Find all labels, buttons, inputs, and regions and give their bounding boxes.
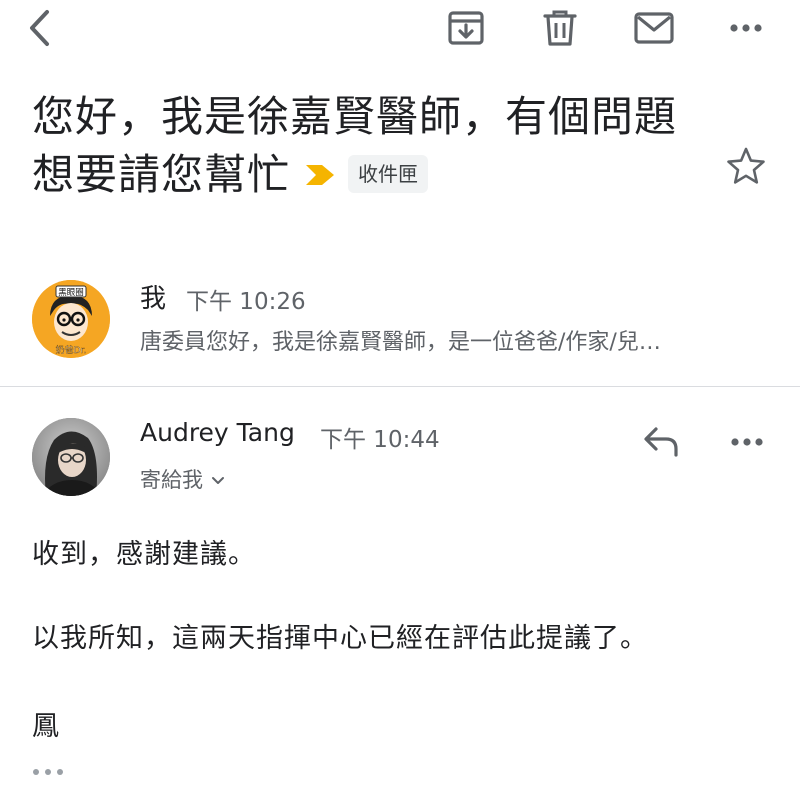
avatar-bottom-badge: 奶爸Dr. (56, 344, 87, 356)
inbox-label-chip[interactable]: 收件匣 (348, 154, 429, 193)
recipient-text: 寄給我 (140, 468, 203, 492)
sender-name: 我 (140, 284, 167, 314)
archive-button[interactable] (442, 6, 490, 50)
body-paragraph: 以我所知，這兩天指揮中心已經在評估此提議了。 (32, 623, 648, 654)
body-paragraph: 收到，感謝建議。 (32, 539, 256, 570)
reply-icon (644, 427, 678, 457)
sender-name: Audrey Tang (140, 418, 295, 447)
star-outline-icon (727, 147, 765, 184)
avatar[interactable]: 黑眼圈 奶爸Dr. (32, 280, 110, 358)
more-horizontal-icon (33, 769, 63, 775)
mail-icon (634, 12, 674, 44)
importance-marker-icon[interactable] (304, 163, 336, 187)
star-button[interactable] (724, 144, 768, 188)
back-button[interactable] (16, 6, 64, 50)
avatar[interactable] (32, 418, 110, 496)
toolbar (0, 0, 800, 60)
show-trimmed-content-button[interactable] (32, 760, 68, 784)
message-divider (0, 386, 800, 387)
recipient-details-toggle[interactable]: 寄給我 (140, 464, 225, 494)
trash-icon (543, 10, 577, 46)
signature: 鳳 (32, 711, 60, 742)
chevron-down-icon (212, 477, 224, 484)
delete-button[interactable] (536, 6, 584, 50)
reply-button[interactable] (636, 420, 686, 464)
profile-photo-avatar (32, 418, 110, 496)
cartoon-doctor-avatar: 黑眼圈 奶爸Dr. (32, 280, 110, 358)
chevron-left-icon (30, 10, 49, 46)
message-time: 下午 10:26 (186, 289, 306, 315)
message-more-button[interactable] (722, 420, 772, 464)
more-horizontal-icon (731, 438, 763, 446)
message-snippet: 唐委員您好，我是徐嘉賢醫師，是一位爸爸/作家/兒… (140, 330, 661, 355)
message-time: 下午 10:44 (320, 427, 440, 453)
more-horizontal-icon (730, 24, 762, 32)
archive-icon (448, 11, 484, 45)
message-expanded: Audrey Tang 下午 10:44 寄給我 收到，感謝建議。 以我所知，這… (0, 388, 800, 800)
subject-heading: 您好，我是徐嘉賢醫師，有個問題想要請您幫忙 收件匣 (32, 88, 692, 204)
avatar-top-badge: 黑眼圈 (58, 288, 84, 298)
mark-unread-button[interactable] (630, 6, 678, 50)
message-collapsed[interactable]: 黑眼圈 奶爸Dr. 我 下午 10:26 唐委員您好，我是徐嘉賢醫師，是一位爸爸… (0, 262, 800, 386)
more-options-button[interactable] (722, 6, 770, 50)
